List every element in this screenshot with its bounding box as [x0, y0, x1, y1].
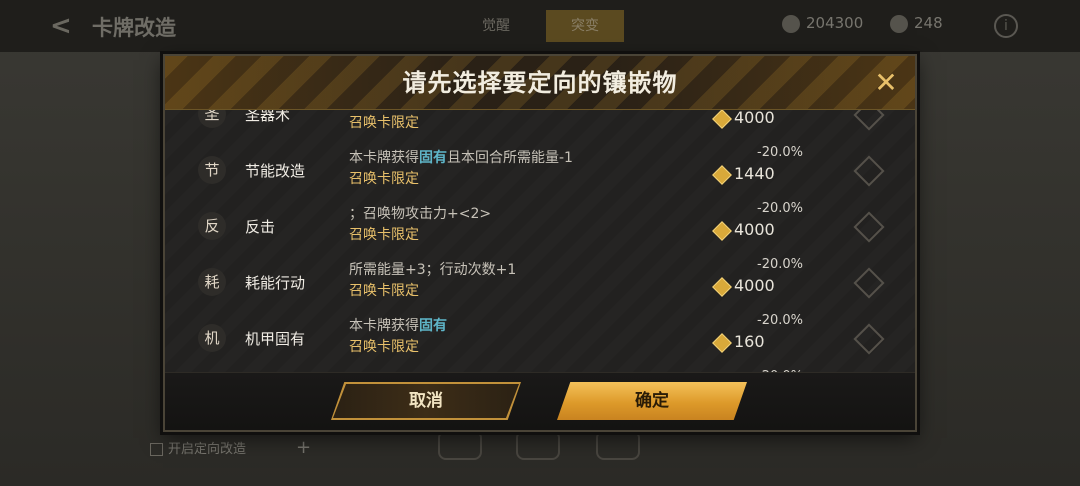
- select-inlay-dialog: 请先选择要定向的镶嵌物 ✕ 圣圣器术 召唤卡限定 4000 节节能改造 本卡牌获得固有且…: [163, 54, 917, 432]
- discount-label: -20.0%: [757, 145, 803, 160]
- inlay-cost: 4000: [712, 110, 775, 129]
- inlay-limit: 召唤卡限定: [349, 339, 419, 355]
- crystal-icon: [712, 110, 732, 129]
- select-diamond-icon[interactable]: [853, 110, 885, 131]
- desc-text: 所需能量+3；行动次数+1: [349, 262, 517, 278]
- inlay-limit: 召唤卡限定: [349, 115, 419, 131]
- tab-mutation[interactable]: 突变: [546, 10, 624, 42]
- desc-text-post: 且本回合所需能量-1: [447, 150, 573, 166]
- desc-keyword: 固有: [419, 318, 447, 334]
- inlay-description: 本卡牌获得固有且本回合所需能量-1: [349, 150, 573, 167]
- cost-value: 4000: [734, 110, 775, 127]
- cost-value: 4000: [734, 220, 775, 239]
- crystal-icon: [712, 164, 732, 185]
- currency-2-value: 248: [914, 14, 943, 32]
- inlay-cost: 1440: [712, 164, 775, 185]
- back-arrow-icon[interactable]: <: [50, 10, 82, 42]
- inlay-name: 圣器术: [245, 110, 291, 124]
- dialog-footer: 取消 确定: [165, 372, 915, 430]
- currency-2: 248: [890, 14, 943, 33]
- desc-text: 本卡牌获得: [349, 318, 419, 334]
- select-diamond-icon[interactable]: [853, 211, 885, 243]
- desc-text: ；召唤物攻击力+<2>: [349, 206, 492, 222]
- slot-2[interactable]: [516, 430, 560, 460]
- cost-value: 4000: [734, 276, 775, 295]
- inlay-description: 本卡牌获得固有: [349, 318, 447, 335]
- cost-value: 160: [734, 332, 765, 351]
- inlay-row[interactable]: 圣 圣器术 召唤卡限定 4000: [165, 110, 915, 142]
- tab-awaken[interactable]: 觉醒: [472, 10, 520, 42]
- confirm-button[interactable]: 确定: [557, 382, 747, 420]
- inlay-row[interactable]: 反 反击 ；召唤物攻击力+<2> 召唤卡限定 -20.0% 4000: [165, 198, 915, 254]
- inlay-cost: 160: [712, 332, 765, 353]
- crystal-icon: [712, 220, 732, 241]
- inlay-icon: 节: [198, 156, 226, 184]
- checkbox-icon[interactable]: [150, 443, 163, 456]
- inlay-description: ；召唤物攻击力+<2>: [349, 206, 491, 223]
- select-diamond-icon[interactable]: [853, 155, 885, 187]
- dialog-header: 请先选择要定向的镶嵌物 ✕: [165, 56, 915, 110]
- cost-value: 1440: [734, 164, 775, 183]
- inlay-name: 反击: [245, 218, 276, 236]
- currency-1: 204300: [782, 14, 863, 33]
- slot-1[interactable]: [438, 430, 482, 460]
- currency-1-value: 204300: [806, 14, 864, 32]
- inlay-icon: 耗: [198, 268, 226, 296]
- inlay-row[interactable]: 节 节能改造 本卡牌获得固有且本回合所需能量-1 召唤卡限定 -20.0% 1440: [165, 142, 915, 198]
- crystal-icon: [712, 276, 732, 297]
- targeted-toggle-label: 开启定向改造: [168, 442, 247, 457]
- inlay-icon: 圣: [198, 110, 226, 128]
- select-diamond-icon[interactable]: [853, 267, 885, 299]
- inlay-description: 所需能量+3；行动次数+1: [349, 262, 516, 279]
- inlay-name: 耗能行动: [245, 274, 306, 292]
- inlay-cost: 4000: [712, 276, 775, 297]
- dialog-title: 请先选择要定向的镶嵌物: [402, 69, 678, 97]
- inlay-limit: 召唤卡限定: [349, 283, 419, 299]
- discount-label: -20.0%: [757, 201, 803, 216]
- discount-label: -20.0%: [757, 257, 803, 272]
- select-diamond-icon[interactable]: [853, 323, 885, 355]
- info-button[interactable]: i: [994, 14, 1018, 38]
- inlay-row[interactable]: 机 机甲固有 本卡牌获得固有 召唤卡限定 -20.0% 160: [165, 310, 915, 366]
- inlay-limit: 召唤卡限定: [349, 227, 419, 243]
- inlay-list[interactable]: 圣圣器术 召唤卡限定 4000 节节能改造 本卡牌获得固有且本回合所需能量-1 召唤卡限定…: [165, 110, 915, 372]
- desc-keyword: 固有: [419, 150, 447, 166]
- gear-icon: [890, 14, 908, 33]
- inlay-name: 机甲固有: [245, 330, 306, 348]
- desc-text: 本卡牌获得: [349, 150, 419, 166]
- page-title: 卡牌改造: [92, 16, 176, 40]
- inlay-cost: 4000: [712, 220, 775, 241]
- inlay-icon: 反: [198, 212, 226, 240]
- close-icon[interactable]: ✕: [871, 68, 901, 98]
- inlay-icon: 机: [198, 324, 226, 352]
- targeted-toggle[interactable]: 开启定向改造: [150, 438, 246, 457]
- coin-icon: [782, 14, 800, 33]
- inlay-limit: 召唤卡限定: [349, 171, 419, 187]
- cancel-button[interactable]: 取消: [333, 384, 519, 418]
- inlay-name: 节能改造: [245, 162, 306, 180]
- slot-3[interactable]: [596, 430, 640, 460]
- plus-icon[interactable]: +: [296, 437, 311, 458]
- inlay-row[interactable]: 耗 耗能行动 所需能量+3；行动次数+1 召唤卡限定 -20.0% 4000: [165, 254, 915, 310]
- discount-label: -20.0%: [757, 313, 803, 328]
- crystal-icon: [712, 332, 732, 353]
